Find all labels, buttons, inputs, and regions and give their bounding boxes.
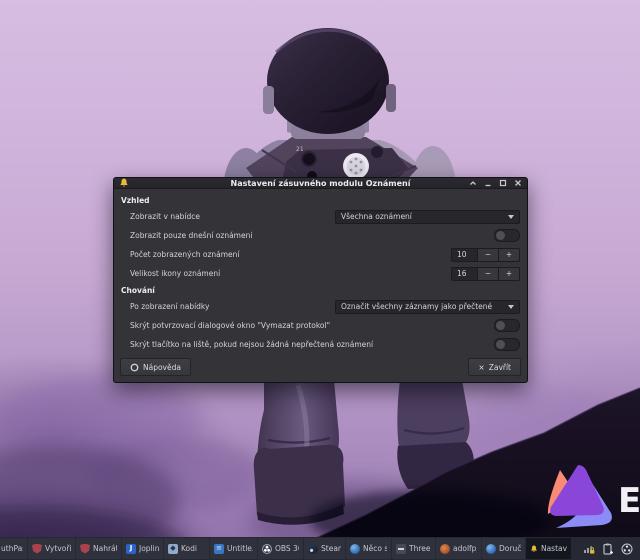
task-label: Vytvoři... bbox=[45, 544, 71, 553]
threema-icon bbox=[396, 544, 406, 554]
taskbar-item-untitled[interactable]: ≡ Untitle... bbox=[210, 538, 257, 559]
task-label: adolfpu... bbox=[453, 544, 477, 553]
row-only-today: Zobrazit pouze dnešní oznámení bbox=[121, 226, 520, 245]
task-label: Untitle... bbox=[227, 544, 253, 553]
task-label: Threema bbox=[409, 544, 431, 553]
taskbar-item-dorucene[interactable]: Doruče... bbox=[482, 538, 525, 559]
titlebar[interactable]: Nastavení zásuvného modulu Oznámení bbox=[114, 178, 527, 189]
shade-button[interactable] bbox=[469, 179, 477, 187]
taskbar-item-threema[interactable]: Threema bbox=[392, 538, 435, 559]
show-in-menu-label: Zobrazit v nabídce bbox=[130, 212, 200, 221]
spinner-increase-button[interactable]: + bbox=[499, 267, 520, 281]
toggle-knob bbox=[496, 321, 505, 330]
document-icon: ≡ bbox=[214, 544, 224, 554]
taskbar-item-nahrat[interactable]: Nahrát... bbox=[76, 538, 121, 559]
help-button-label: Nápověda bbox=[143, 363, 181, 372]
taskbar: uthPass Vytvoři... Nahrát... J Joplin ◆ … bbox=[0, 537, 640, 560]
spinner-value[interactable]: 16 bbox=[451, 267, 478, 281]
dialog-body: Vzhled Zobrazit v nabídce Všechna oznáme… bbox=[114, 189, 527, 354]
row-icon-size: Velikost ikony oznámení 16 − + bbox=[121, 264, 520, 283]
taskbar-item-vytvorit[interactable]: Vytvoři... bbox=[28, 538, 75, 559]
section-behavior: Chování bbox=[121, 284, 520, 297]
taskbar-item-nastaveni[interactable]: Nastav... bbox=[526, 538, 571, 559]
close-button[interactable] bbox=[514, 179, 522, 187]
system-tray bbox=[583, 543, 640, 555]
show-in-menu-combobox[interactable]: Všechna oznámení bbox=[335, 210, 520, 224]
desktop: { "desktop": { "logo_text": "EN", "suit_… bbox=[0, 0, 640, 560]
notification-count-spinner: 10 − + bbox=[451, 248, 520, 262]
row-hide-confirm: Skrýt potvrzovací dialogové okno "Vymaza… bbox=[121, 316, 520, 335]
help-icon bbox=[130, 363, 139, 372]
window-title: Nastavení zásuvného modulu Oznámení bbox=[114, 179, 527, 188]
task-label: OBS 30... bbox=[275, 544, 299, 553]
browser-icon bbox=[440, 544, 450, 554]
maximize-button[interactable] bbox=[499, 179, 507, 187]
task-label: Steam bbox=[321, 544, 341, 553]
icon-size-spinner: 16 − + bbox=[451, 267, 520, 281]
steam-icon bbox=[308, 544, 318, 554]
logo-text: EN bbox=[618, 481, 640, 521]
minimize-button[interactable] bbox=[484, 179, 492, 187]
only-today-label: Zobrazit pouze dnešní oznámení bbox=[130, 231, 252, 240]
suit-marking: 21 bbox=[296, 146, 304, 153]
combobox-value: Označit všechny záznamy jako přečtené bbox=[341, 302, 504, 311]
obs-tray-icon[interactable] bbox=[621, 543, 633, 555]
joplin-icon: J bbox=[126, 544, 136, 554]
globe-icon bbox=[350, 544, 360, 554]
task-label: Nastav... bbox=[541, 544, 567, 553]
notification-count-label: Počet zobrazených oznámení bbox=[130, 250, 240, 259]
network-signal-lock-icon[interactable] bbox=[583, 543, 595, 555]
row-notification-count: Počet zobrazených oznámení 10 − + bbox=[121, 245, 520, 264]
spinner-value[interactable]: 10 bbox=[451, 248, 478, 262]
kodi-icon: ◆ bbox=[168, 544, 178, 554]
shield-icon bbox=[32, 544, 42, 554]
toggle-knob bbox=[496, 340, 505, 349]
row-show-in-menu: Zobrazit v nabídce Všechna oznámení bbox=[121, 207, 520, 226]
taskbar-item-obs[interactable]: OBS 30... bbox=[258, 538, 303, 559]
spinner-decrease-button[interactable]: − bbox=[478, 248, 499, 262]
mail-icon bbox=[486, 544, 496, 554]
notification-settings-window: Nastavení zásuvného modulu Oznámení Vzhl… bbox=[113, 177, 528, 383]
close-dialog-button[interactable]: × Zavřít bbox=[468, 358, 521, 376]
task-label: Kodi bbox=[181, 544, 197, 553]
task-label: Něco si... bbox=[363, 544, 387, 553]
taskbar-item-steam[interactable]: Steam bbox=[304, 538, 345, 559]
combobox-value: Všechna oznámení bbox=[341, 212, 504, 221]
taskbar-item-kodi[interactable]: ◆ Kodi bbox=[164, 538, 209, 559]
bell-icon bbox=[530, 544, 538, 554]
shield-icon bbox=[80, 544, 90, 554]
taskbar-item-adolfpu[interactable]: adolfpu... bbox=[436, 538, 481, 559]
hide-confirm-label: Skrýt potvrzovací dialogové okno "Vymaza… bbox=[130, 321, 330, 330]
spinner-decrease-button[interactable]: − bbox=[478, 267, 499, 281]
section-appearance: Vzhled bbox=[121, 194, 520, 207]
close-icon: × bbox=[478, 363, 484, 372]
after-menu-combobox[interactable]: Označit všechny záznamy jako přečtené bbox=[335, 300, 520, 314]
obs-icon bbox=[262, 544, 272, 554]
icon-size-label: Velikost ikony oznámení bbox=[130, 269, 220, 278]
chevron-down-icon bbox=[508, 215, 514, 219]
row-hide-button: Skrýt tlačítko na liště, pokud nejsou žá… bbox=[121, 335, 520, 354]
dialog-footer: Nápověda × Zavřít bbox=[114, 354, 527, 382]
task-label: Nahrát... bbox=[93, 544, 117, 553]
hide-button-label: Skrýt tlačítko na liště, pokud nejsou žá… bbox=[130, 340, 373, 349]
close-button-label: Zavřít bbox=[489, 363, 511, 372]
taskbar-item-authpass[interactable]: uthPass bbox=[0, 538, 27, 559]
clipboard-plus-icon[interactable] bbox=[602, 543, 614, 555]
hide-button-toggle[interactable] bbox=[494, 338, 520, 351]
hide-confirm-toggle[interactable] bbox=[494, 319, 520, 332]
chevron-down-icon bbox=[508, 305, 514, 309]
task-label: uthPass bbox=[1, 544, 23, 553]
only-today-toggle[interactable] bbox=[494, 229, 520, 242]
row-after-menu: Po zobrazení nabídky Označit všechny záz… bbox=[121, 297, 520, 316]
task-label: Doruče... bbox=[499, 544, 521, 553]
taskbar-item-neco[interactable]: Něco si... bbox=[346, 538, 391, 559]
help-button[interactable]: Nápověda bbox=[120, 358, 191, 376]
task-label: Joplin bbox=[139, 544, 159, 553]
toggle-knob bbox=[496, 231, 505, 240]
taskbar-item-joplin[interactable]: J Joplin bbox=[122, 538, 163, 559]
spinner-increase-button[interactable]: + bbox=[499, 248, 520, 262]
after-menu-label: Po zobrazení nabídky bbox=[130, 302, 209, 311]
